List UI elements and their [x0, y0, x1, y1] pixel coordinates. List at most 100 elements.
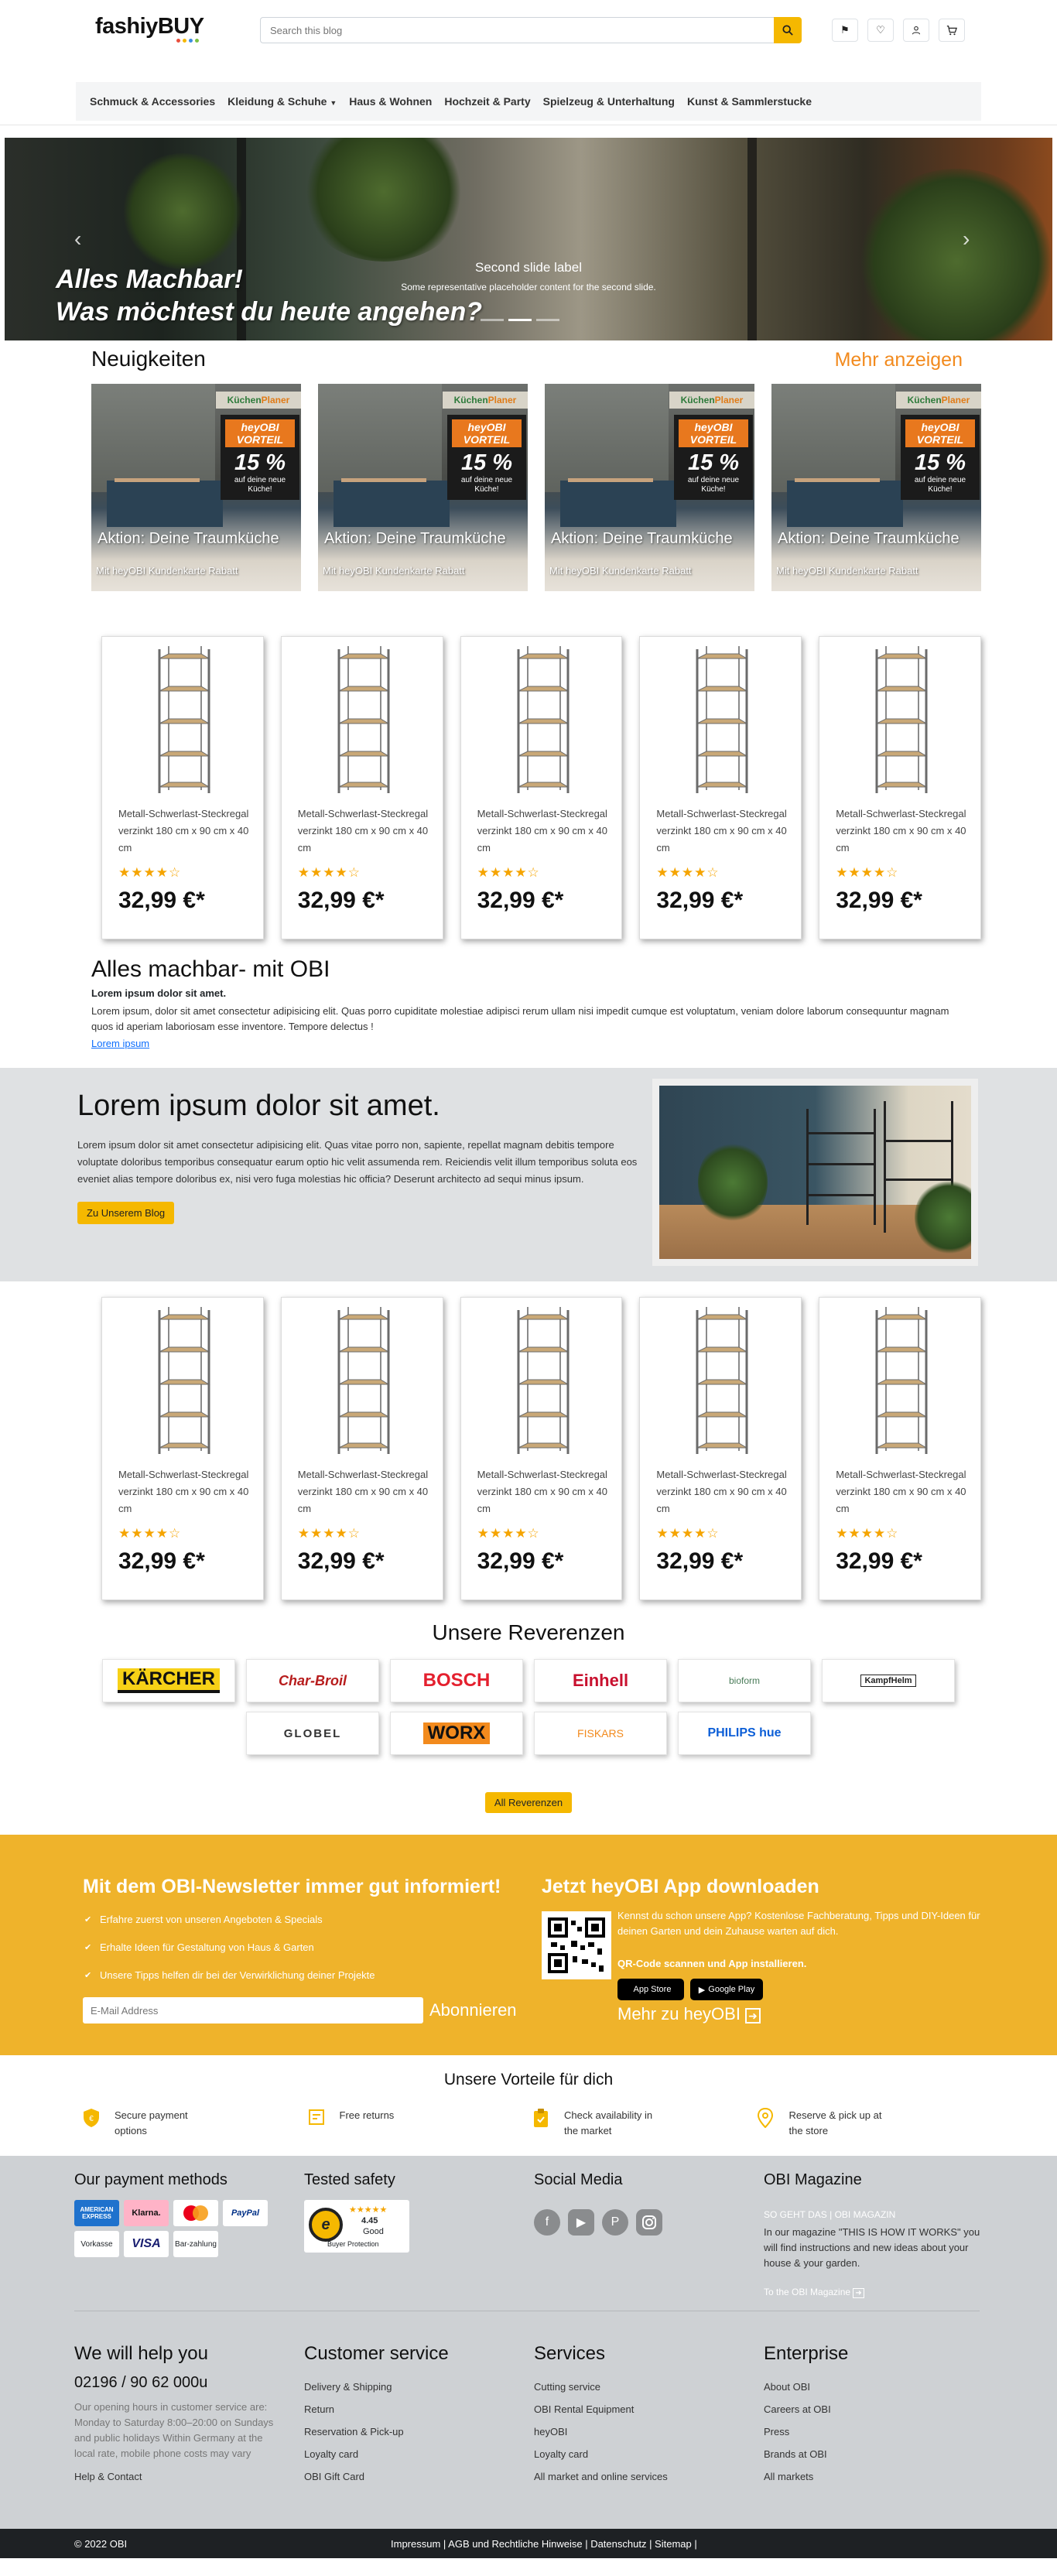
- brand-logo-fiskars[interactable]: FISKARS: [534, 1712, 667, 1755]
- plant: [856, 169, 1052, 340]
- youtube-icon[interactable]: ▶: [568, 2209, 594, 2236]
- shelf-image: [517, 646, 570, 793]
- user-icon[interactable]: [903, 19, 929, 42]
- more-link[interactable]: Mehr anzeigen: [835, 349, 963, 371]
- location-icon: [757, 2107, 777, 2129]
- carousel-indicator[interactable]: [536, 319, 559, 321]
- instagram-icon[interactable]: [636, 2209, 662, 2236]
- footer-link[interactable]: OBI Gift Card: [304, 2465, 521, 2488]
- news-card[interactable]: KüchenPlaner heyOBI VORTEIL 15 % auf deine n…: [91, 384, 301, 591]
- footer-link[interactable]: Return: [304, 2398, 521, 2420]
- logo[interactable]: fashiyBUY: [95, 14, 204, 39]
- carousel-indicator[interactable]: [508, 319, 532, 321]
- footer-link[interactable]: Press: [764, 2420, 980, 2443]
- heyobi-link[interactable]: Mehr zu heyOBI ➜: [617, 2004, 761, 2024]
- footer-link[interactable]: Loyalty card: [304, 2443, 521, 2465]
- news-card-title: Aktion: Deine Traumküche: [551, 530, 733, 547]
- email-field[interactable]: [83, 1997, 423, 2024]
- brand-logo-bioform[interactable]: bioform: [678, 1659, 811, 1702]
- footer-link[interactable]: Brands at OBI: [764, 2443, 980, 2465]
- pinterest-icon[interactable]: P: [602, 2209, 628, 2236]
- social-icons: f ▶ P: [534, 2209, 751, 2236]
- footer-link[interactable]: About OBI: [764, 2376, 980, 2398]
- footer-link[interactable]: OBI Rental Equipment: [534, 2398, 751, 2420]
- product-card[interactable]: Metall-Schwerlast-Steckregal verzinkt 18…: [101, 1297, 264, 1600]
- heart-icon[interactable]: ♡: [867, 19, 894, 42]
- prepayment-logo: Vorkasse: [74, 2231, 119, 2257]
- nav-item-spielzeug[interactable]: Spielzeug & Unterhaltung: [543, 95, 675, 108]
- brand-logo-kaercher[interactable]: KÄRCHER: [102, 1659, 235, 1702]
- footer-link[interactable]: Cutting service: [534, 2376, 751, 2398]
- brand-name: GLOBEL: [283, 1726, 342, 1740]
- brand-logo-philips-hue[interactable]: PHILIPS hue: [678, 1712, 811, 1755]
- news-card[interactable]: KüchenPlaner heyOBI VORTEIL 15 % auf deine n…: [318, 384, 528, 591]
- footer-link[interactable]: Reservation & Pick-up: [304, 2420, 521, 2443]
- brand-name: BOSCH: [422, 1670, 491, 1691]
- legal-links[interactable]: Impressum | AGB und Rechtliche Hinweise …: [391, 2538, 697, 2550]
- carousel-indicator[interactable]: [481, 319, 504, 321]
- search-input[interactable]: [260, 17, 774, 43]
- rating-stars: ★★★★☆: [656, 1526, 720, 1541]
- nav-item-schmuck[interactable]: Schmuck & Accessories: [90, 95, 215, 108]
- app-store-button[interactable]: App Store: [617, 1979, 684, 2000]
- brand-logo-charbroil[interactable]: Char-Broil: [246, 1659, 379, 1702]
- news-card[interactable]: KüchenPlaner heyOBI VORTEIL 15 % auf deine n…: [771, 384, 981, 591]
- carousel-prev-icon[interactable]: ‹: [74, 227, 81, 251]
- flag-icon[interactable]: ⚑: [832, 19, 858, 42]
- product-card[interactable]: Metall-Schwerlast-Steckregal verzinkt 18…: [639, 636, 802, 939]
- search-button[interactable]: [774, 17, 802, 43]
- facebook-icon[interactable]: f: [534, 2209, 560, 2236]
- product-card[interactable]: Metall-Schwerlast-Steckregal verzinkt 18…: [460, 1297, 623, 1600]
- product-card[interactable]: Metall-Schwerlast-Steckregal verzinkt 18…: [280, 636, 443, 939]
- footer-link[interactable]: All market and online services: [534, 2465, 751, 2488]
- footer-link[interactable]: Delivery & Shipping: [304, 2376, 521, 2398]
- nav-item-hochzeit[interactable]: Hochzeit & Party: [444, 95, 530, 108]
- footer-link[interactable]: Careers at OBI: [764, 2398, 980, 2420]
- brand-logo-globel[interactable]: GLOBEL: [246, 1712, 379, 1755]
- blog-button[interactable]: Zu Unserem Blog: [77, 1202, 175, 1224]
- footer-link[interactable]: Loyalty card: [534, 2443, 751, 2465]
- help-contact-link[interactable]: Help & Contact: [74, 2471, 291, 2482]
- nav-item-label: Kleidung & Schuhe: [227, 95, 327, 108]
- brand-logo-worx[interactable]: WORX: [390, 1712, 523, 1755]
- paypal-logo: PayPal: [223, 2200, 268, 2226]
- product-card[interactable]: Metall-Schwerlast-Steckregal verzinkt 18…: [819, 1297, 981, 1600]
- product-card[interactable]: Metall-Schwerlast-Steckregal verzinkt 18…: [819, 636, 981, 939]
- nav-item-kleidung[interactable]: Kleidung & Schuhe ▼: [227, 95, 337, 108]
- intro-link[interactable]: Lorem ipsum: [91, 1038, 149, 1049]
- nav-item-kunst[interactable]: Kunst & Sammlerstucke: [687, 95, 812, 108]
- brand-logo-einhell[interactable]: Einhell: [534, 1659, 667, 1702]
- clipboard-icon: [532, 2108, 552, 2128]
- product-card[interactable]: Metall-Schwerlast-Steckregal verzinkt 18…: [639, 1297, 802, 1600]
- promo-badge: heyOBI VORTEIL 15 % auf deine neue Küche!: [901, 415, 980, 500]
- footer-link[interactable]: All markets: [764, 2465, 980, 2488]
- brand-logo-kampfhelm[interactable]: KampfHelm: [822, 1659, 955, 1702]
- footer-link[interactable]: heyOBI: [534, 2420, 751, 2443]
- brand-name: PHILIPS hue: [707, 1726, 782, 1740]
- trusted-shops-badge[interactable]: e ★★★★★ 4.45 Good Buyer Protection: [304, 2200, 409, 2253]
- arrow-right-icon: ➜: [853, 2288, 864, 2298]
- caption-title: Second slide label: [475, 260, 582, 275]
- product-price: 32,99 €*: [477, 888, 564, 913]
- badge-percent: 15 %: [687, 450, 740, 475]
- box-icon: [307, 2108, 327, 2128]
- product-card[interactable]: Metall-Schwerlast-Steckregal verzinkt 18…: [101, 636, 264, 939]
- subscribe-button[interactable]: Abonnieren: [429, 2000, 517, 2020]
- product-card[interactable]: Metall-Schwerlast-Steckregal verzinkt 18…: [280, 1297, 443, 1600]
- google-play-button[interactable]: ▶ Google Play: [690, 1979, 763, 2000]
- cart-icon[interactable]: [939, 19, 965, 42]
- app-download: Jetzt heyOBI App downloaden Kennst du sc…: [542, 1876, 990, 2024]
- brand-logo-bosch[interactable]: BOSCH: [390, 1659, 523, 1702]
- magazine-link[interactable]: To the OBI Magazine ➜: [764, 2287, 980, 2298]
- phone-number[interactable]: 02196 / 90 62 000u: [74, 2374, 291, 2392]
- news-card[interactable]: KüchenPlaner heyOBI VORTEIL 15 % auf deine n…: [545, 384, 754, 591]
- product-name: Metall-Schwerlast-Steckregal verzinkt 18…: [118, 1469, 249, 1514]
- carousel-next-icon[interactable]: ›: [963, 227, 970, 251]
- product-card[interactable]: Metall-Schwerlast-Steckregal verzinkt 18…: [460, 636, 623, 939]
- nav-item-haus[interactable]: Haus & Wohnen: [349, 95, 432, 108]
- shelf-image: [158, 1307, 210, 1454]
- all-references-button[interactable]: All Reverenzen: [484, 1792, 573, 1813]
- arrow-right-icon: ➜: [745, 2008, 761, 2024]
- product-name: Metall-Schwerlast-Steckregal verzinkt 18…: [656, 1469, 787, 1514]
- news-list: KüchenPlaner heyOBI VORTEIL 15 % auf deine n…: [76, 384, 981, 591]
